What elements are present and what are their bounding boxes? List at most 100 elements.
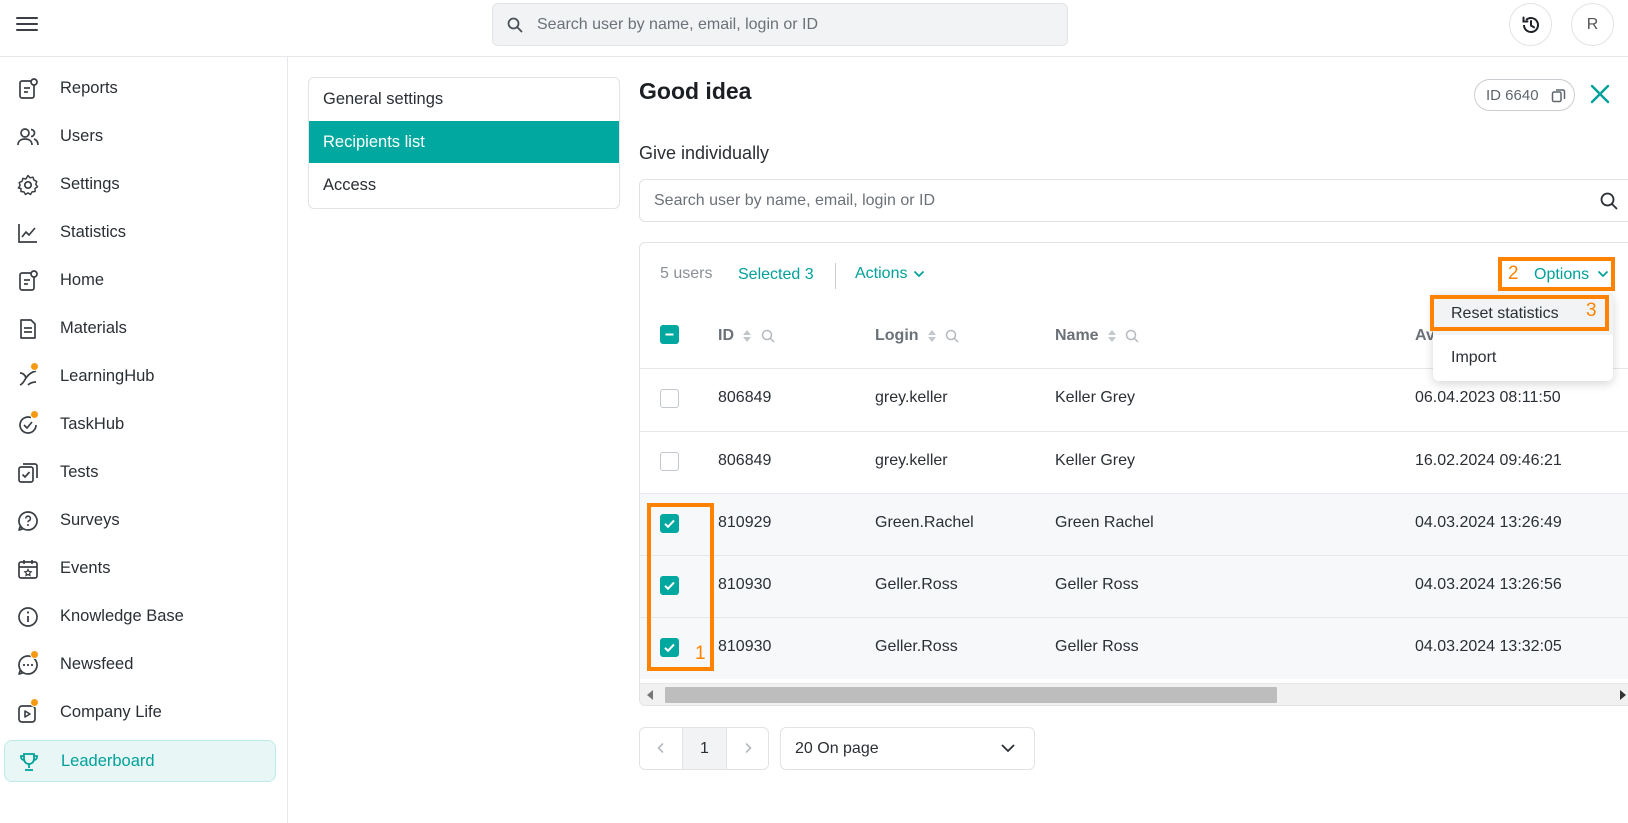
cell-name: Green Rachel	[1055, 514, 1154, 531]
scroll-right-arrow-icon[interactable]	[1620, 690, 1626, 700]
sidebar-item-reports[interactable]: Reports	[4, 68, 276, 110]
chevron-down-icon	[1597, 270, 1609, 278]
row-checkbox[interactable]	[660, 452, 679, 471]
table-row: 810930 Geller.Ross Geller Ross 04.03.202…	[640, 555, 1628, 617]
sidebar-item-label: Home	[60, 271, 105, 289]
user-avatar[interactable]: R	[1571, 3, 1614, 46]
selected-count[interactable]: Selected 3	[738, 266, 814, 284]
table-row: 810930 Geller.Ross Geller Ross 04.03.202…	[640, 617, 1628, 679]
sidebar-item-label: Materials	[60, 319, 127, 337]
sidebar-item-taskhub[interactable]: TaskHub	[4, 404, 276, 446]
cell-id: 810930	[718, 638, 772, 655]
options-label: Options	[1534, 266, 1590, 283]
sidebar-item-tests[interactable]: Tests	[4, 452, 276, 494]
global-search-box[interactable]	[492, 3, 1068, 46]
close-icon[interactable]	[1588, 82, 1612, 106]
cell-login: grey.keller	[875, 452, 948, 469]
actions-label: Actions	[855, 265, 908, 282]
column-header-login[interactable]: Login	[875, 327, 959, 345]
horizontal-scrollbar[interactable]	[640, 683, 1628, 705]
cell-id: 806849	[718, 452, 772, 469]
sidebar-item-knowledge-base[interactable]: Knowledge Base	[4, 596, 276, 638]
sidebar-item-label: Events	[60, 559, 111, 577]
chart-line-icon	[18, 224, 37, 243]
sidebar-item-users[interactable]: Users	[4, 116, 276, 158]
sidebar-item-label: Newsfeed	[60, 655, 134, 673]
sidebar-item-label: Leaderboard	[61, 752, 155, 770]
row-checkbox[interactable]	[660, 389, 679, 408]
search-icon	[507, 17, 523, 33]
subnav-access[interactable]: Access	[309, 164, 619, 206]
search-icon[interactable]	[1600, 192, 1618, 210]
cell-date: 06.04.2023 08:11:50	[1415, 389, 1561, 406]
sidebar-item-surveys[interactable]: Surveys	[4, 500, 276, 542]
next-page-button[interactable]	[726, 728, 768, 769]
sidebar-item-label: TaskHub	[60, 415, 125, 433]
sidebar-item-label: Users	[60, 127, 104, 145]
hamburger-menu-icon[interactable]	[16, 14, 38, 36]
column-header-name[interactable]: Name	[1055, 327, 1140, 345]
menu-item-import[interactable]: Import	[1433, 337, 1613, 379]
column-search-icon[interactable]	[945, 329, 959, 343]
sidebar-item-label: Reports	[60, 79, 118, 97]
sidebar-item-company-life[interactable]: Company Life	[4, 692, 276, 734]
history-clock-icon	[1522, 16, 1539, 33]
select-all-checkbox[interactable]	[660, 325, 679, 344]
indeterminate-icon	[665, 333, 674, 336]
global-search-input[interactable]	[537, 4, 1057, 45]
column-search-icon[interactable]	[761, 329, 775, 343]
user-count: 5 users	[660, 265, 713, 282]
sidebar-item-home[interactable]: Home	[4, 260, 276, 302]
calendar-icon	[18, 560, 38, 579]
sidebar-item-materials[interactable]: Materials	[4, 308, 276, 350]
cell-name: Keller Grey	[1055, 389, 1136, 406]
sidebar-item-statistics[interactable]: Statistics	[4, 212, 276, 254]
sort-icon[interactable]	[927, 329, 937, 343]
sidebar-item-label: Statistics	[60, 223, 127, 241]
sidebar-item-newsfeed[interactable]: Newsfeed	[4, 644, 276, 686]
column-header-id[interactable]: ID	[718, 327, 775, 345]
annotation-marker-3: 3	[1586, 300, 1597, 321]
subnav-recipients-list[interactable]: Recipients list	[309, 121, 619, 163]
table-row: 810929 Green.Rachel Green Rachel 04.03.2…	[640, 493, 1628, 555]
sort-icon[interactable]	[742, 329, 752, 343]
chevron-right-icon	[745, 742, 752, 754]
cell-name: Geller Ross	[1055, 576, 1139, 593]
column-header-label: Name	[1055, 327, 1099, 344]
cell-date: 16.02.2024 09:46:21	[1415, 452, 1562, 469]
subnav-general-settings[interactable]: General settings	[309, 78, 619, 120]
chevron-down-icon	[1001, 744, 1015, 753]
sidebar-item-events[interactable]: Events	[4, 548, 276, 590]
sidebar-item-leaderboard[interactable]: Leaderboard	[4, 740, 276, 782]
copy-id-button[interactable]: ID 6640	[1474, 79, 1575, 111]
cell-login: Green.Rachel	[875, 514, 974, 531]
notification-dot	[30, 698, 39, 707]
per-page-select[interactable]: 20 On page	[780, 727, 1035, 770]
cell-name: Keller Grey	[1055, 452, 1136, 469]
cell-name: Geller Ross	[1055, 638, 1139, 655]
id-label: ID 6640	[1486, 87, 1539, 104]
annotation-marker-2: 2	[1508, 263, 1519, 284]
prev-page-button[interactable]	[640, 728, 683, 769]
actions-dropdown[interactable]: Actions	[855, 265, 925, 283]
history-button[interactable]	[1509, 3, 1552, 46]
chevron-down-icon	[914, 270, 925, 277]
annotation-marker-1: 1	[695, 643, 706, 664]
sidebar: Reports Users Settings Statistics Home M…	[0, 57, 288, 823]
options-dropdown[interactable]: 2 Options	[1498, 257, 1615, 291]
sidebar-item-label: Knowledge Base	[60, 607, 184, 625]
recipient-search-input[interactable]	[654, 180, 1534, 221]
info-icon	[18, 607, 38, 627]
settings-subnav: General settings Recipients list Access	[308, 77, 620, 209]
recipient-search-box[interactable]	[639, 179, 1628, 222]
sidebar-item-label: Company Life	[60, 703, 162, 721]
sidebar-item-label: Surveys	[60, 511, 120, 529]
scroll-left-arrow-icon[interactable]	[647, 690, 653, 700]
sidebar-item-learninghub[interactable]: LearningHub	[4, 356, 276, 398]
current-page[interactable]: 1	[683, 728, 726, 769]
scrollbar-thumb[interactable]	[665, 687, 1277, 703]
sort-icon[interactable]	[1107, 329, 1117, 343]
sidebar-item-label: LearningHub	[60, 367, 155, 385]
column-search-icon[interactable]	[1125, 329, 1140, 343]
sidebar-item-settings[interactable]: Settings	[4, 164, 276, 206]
